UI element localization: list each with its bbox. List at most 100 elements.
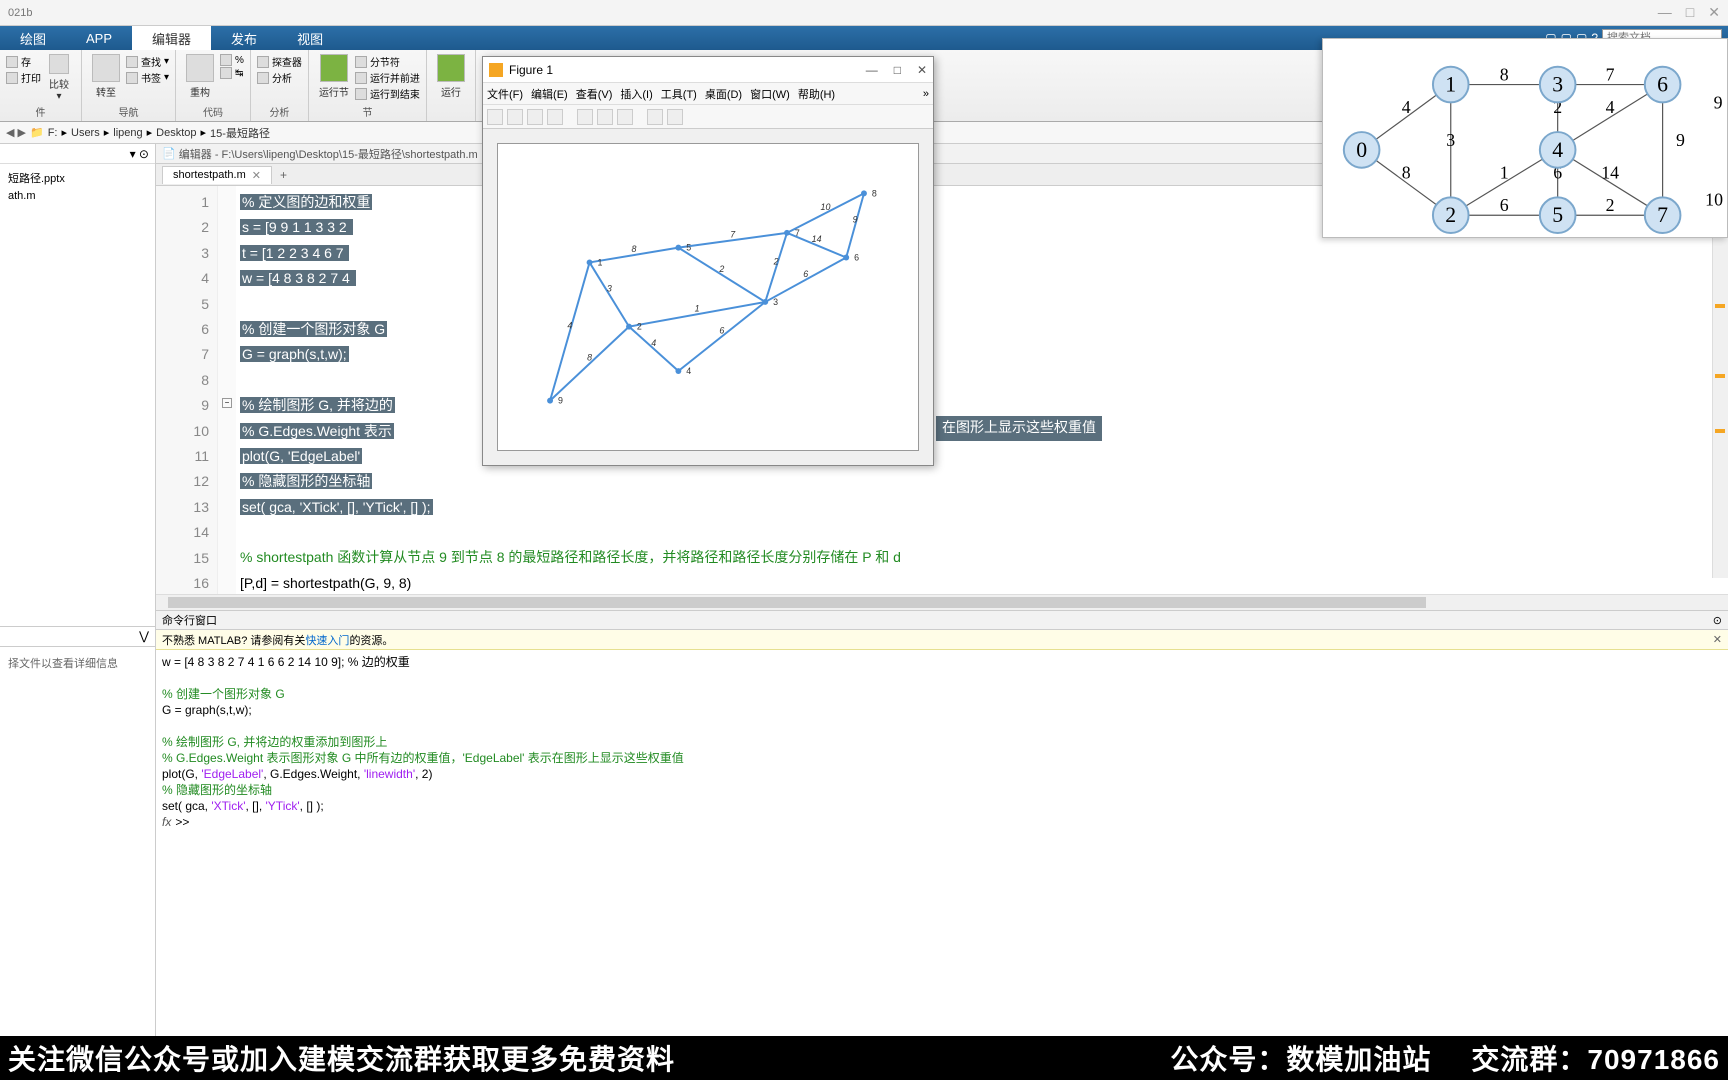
tab-app[interactable]: APP <box>66 26 132 50</box>
tab-editor[interactable]: 编辑器 <box>132 26 211 50</box>
svg-text:2: 2 <box>1606 195 1615 215</box>
svg-text:10: 10 <box>821 202 831 212</box>
svg-text:1: 1 <box>695 303 700 313</box>
svg-text:8: 8 <box>631 244 636 254</box>
editor-icon: 📄 <box>162 147 176 160</box>
refactor-button[interactable]: 重构 <box>182 52 218 104</box>
rotate-icon[interactable] <box>667 109 683 125</box>
quickstart-link[interactable]: 快速入门 <box>305 632 349 648</box>
svg-text:5: 5 <box>1552 203 1563 227</box>
run-advance-button[interactable]: 运行并前进 <box>355 70 420 85</box>
editor-vscrollbar[interactable] <box>1712 186 1728 578</box>
run-section-button[interactable]: 运行节 <box>315 52 353 104</box>
matlab-icon <box>489 63 503 77</box>
svg-text:6: 6 <box>1657 73 1668 97</box>
breadcrumb-segment[interactable]: F: <box>48 127 58 139</box>
panel-dropdown-icon[interactable]: ▾ ⊙ <box>130 147 149 161</box>
profiler-button[interactable]: 探查器 <box>257 54 302 69</box>
compare-button[interactable]: 比较 ▾ <box>43 52 75 104</box>
group-label: 分析 <box>257 104 302 121</box>
bookmark-button[interactable]: 书签 ▾ <box>126 70 169 85</box>
group-label <box>433 108 469 121</box>
figure-menu-item[interactable]: 编辑(E) <box>531 86 568 102</box>
command-window-titlebar: 命令行窗口 ⊙ <box>156 610 1728 630</box>
figure-menu-item[interactable]: 窗口(W) <box>750 86 790 102</box>
data-icon[interactable] <box>597 109 613 125</box>
run-to-end-button[interactable]: 运行到结束 <box>355 86 420 101</box>
file-item[interactable]: 短路径.pptx <box>4 168 151 188</box>
svg-text:7: 7 <box>1657 203 1668 227</box>
banner-text: 关注微信公众号或加入建模交流群获取更多免费资料 <box>8 1038 675 1078</box>
save-button[interactable]: 存 <box>6 54 41 69</box>
figure-titlebar[interactable]: Figure 1 — □ ✕ <box>483 57 933 83</box>
figure-menu-more[interactable]: » <box>923 88 929 100</box>
figure-window[interactable]: Figure 1 — □ ✕ 文件(F) 编辑(E) 查看(V) 插入(I) 工具(T)… <box>482 56 934 466</box>
editor-text-overflow: 在图形上显示这些权重值 <box>936 416 1102 441</box>
section-break-button[interactable]: 分节符 <box>355 54 420 69</box>
data-icon[interactable] <box>617 109 633 125</box>
svg-text:0: 0 <box>1356 138 1367 162</box>
pointer-icon[interactable] <box>647 109 663 125</box>
svg-text:5: 5 <box>686 243 691 253</box>
svg-text:3: 3 <box>1446 130 1455 150</box>
close-button[interactable]: ✕ <box>1708 4 1720 21</box>
goto-button[interactable]: 转至 <box>88 52 124 104</box>
fold-marker[interactable]: − <box>222 398 232 408</box>
breadcrumb-segment[interactable]: lipeng <box>113 127 142 139</box>
figure-close-button[interactable]: ✕ <box>917 63 927 77</box>
open-icon[interactable] <box>507 109 523 125</box>
close-tab-icon[interactable]: ✕ <box>252 169 261 182</box>
tab-plot[interactable]: 绘图 <box>0 26 66 50</box>
svg-text:9: 9 <box>1714 92 1723 112</box>
maximize-button[interactable]: □ <box>1686 4 1694 21</box>
line-gutter: 12345678910111213141516 <box>156 186 218 594</box>
command-window[interactable]: w = [4 8 3 8 2 7 4 1 6 6 2 14 10 9]; % 边… <box>156 650 1728 1080</box>
bottom-banner: 关注微信公众号或加入建模交流群获取更多免费资料 公众号：数模加油站 交流群：70… <box>0 1036 1728 1080</box>
breadcrumb-segment[interactable]: Users <box>71 127 100 139</box>
svg-text:4: 4 <box>1552 138 1563 162</box>
print-icon[interactable] <box>547 109 563 125</box>
svg-text:14: 14 <box>1601 163 1619 183</box>
breadcrumb-segment[interactable]: Desktop <box>156 127 196 139</box>
find-button[interactable]: 查找 ▾ <box>126 54 169 69</box>
svg-text:7: 7 <box>730 229 736 239</box>
titlebar: 021b — □ ✕ <box>0 0 1728 26</box>
minimize-button[interactable]: — <box>1658 4 1672 21</box>
figure-max-button[interactable]: □ <box>894 63 901 77</box>
code-editor[interactable]: 12345678910111213141516 − % 定义图的边和权重s = … <box>156 186 1728 594</box>
breadcrumb-back-icon[interactable]: ◀ ▶ <box>6 126 26 139</box>
figure-menu-item[interactable]: 文件(F) <box>487 86 523 102</box>
svg-text:14: 14 <box>812 234 822 244</box>
close-hint-icon[interactable]: ✕ <box>1713 633 1722 646</box>
editor-hscrollbar[interactable] <box>156 594 1728 610</box>
save-icon[interactable] <box>527 109 543 125</box>
figure-toolbar <box>483 105 933 129</box>
panel-collapse-icon[interactable]: ⋁ <box>139 629 149 643</box>
tab-view[interactable]: 视图 <box>277 26 343 50</box>
print-button[interactable]: 打印 <box>6 70 41 85</box>
panel-menu-icon[interactable]: ⊙ <box>1713 614 1722 627</box>
figure-menu-item[interactable]: 桌面(D) <box>705 86 742 102</box>
svg-text:4: 4 <box>567 321 572 331</box>
reference-graph-diagram: 4838271664214901234567910 <box>1322 38 1728 238</box>
figure-menu-item[interactable]: 帮助(H) <box>798 86 835 102</box>
svg-text:9: 9 <box>853 214 858 224</box>
link-icon[interactable] <box>577 109 593 125</box>
figure-menu-item[interactable]: 插入(I) <box>620 86 652 102</box>
new-figure-icon[interactable] <box>487 109 503 125</box>
tab-publish[interactable]: 发布 <box>211 26 277 50</box>
svg-text:3: 3 <box>1552 73 1563 97</box>
run-button[interactable]: 运行 <box>433 52 469 108</box>
figure-min-button[interactable]: — <box>866 63 878 77</box>
group-label: 件 <box>6 104 75 121</box>
file-item[interactable]: ath.m <box>4 188 151 204</box>
analyze-button[interactable]: 分析 <box>257 70 302 85</box>
svg-text:3: 3 <box>607 284 612 294</box>
figure-menu-item[interactable]: 查看(V) <box>576 86 613 102</box>
svg-text:6: 6 <box>803 269 808 279</box>
figure-menu-item[interactable]: 工具(T) <box>661 86 697 102</box>
new-tab-button[interactable]: + <box>272 166 295 184</box>
breadcrumb-segment[interactable]: 15-最短路径 <box>210 125 270 141</box>
editor-tab[interactable]: shortestpath.m✕ <box>162 166 272 184</box>
figure-axes[interactable]: 4838274166214109912453768 <box>497 143 919 451</box>
